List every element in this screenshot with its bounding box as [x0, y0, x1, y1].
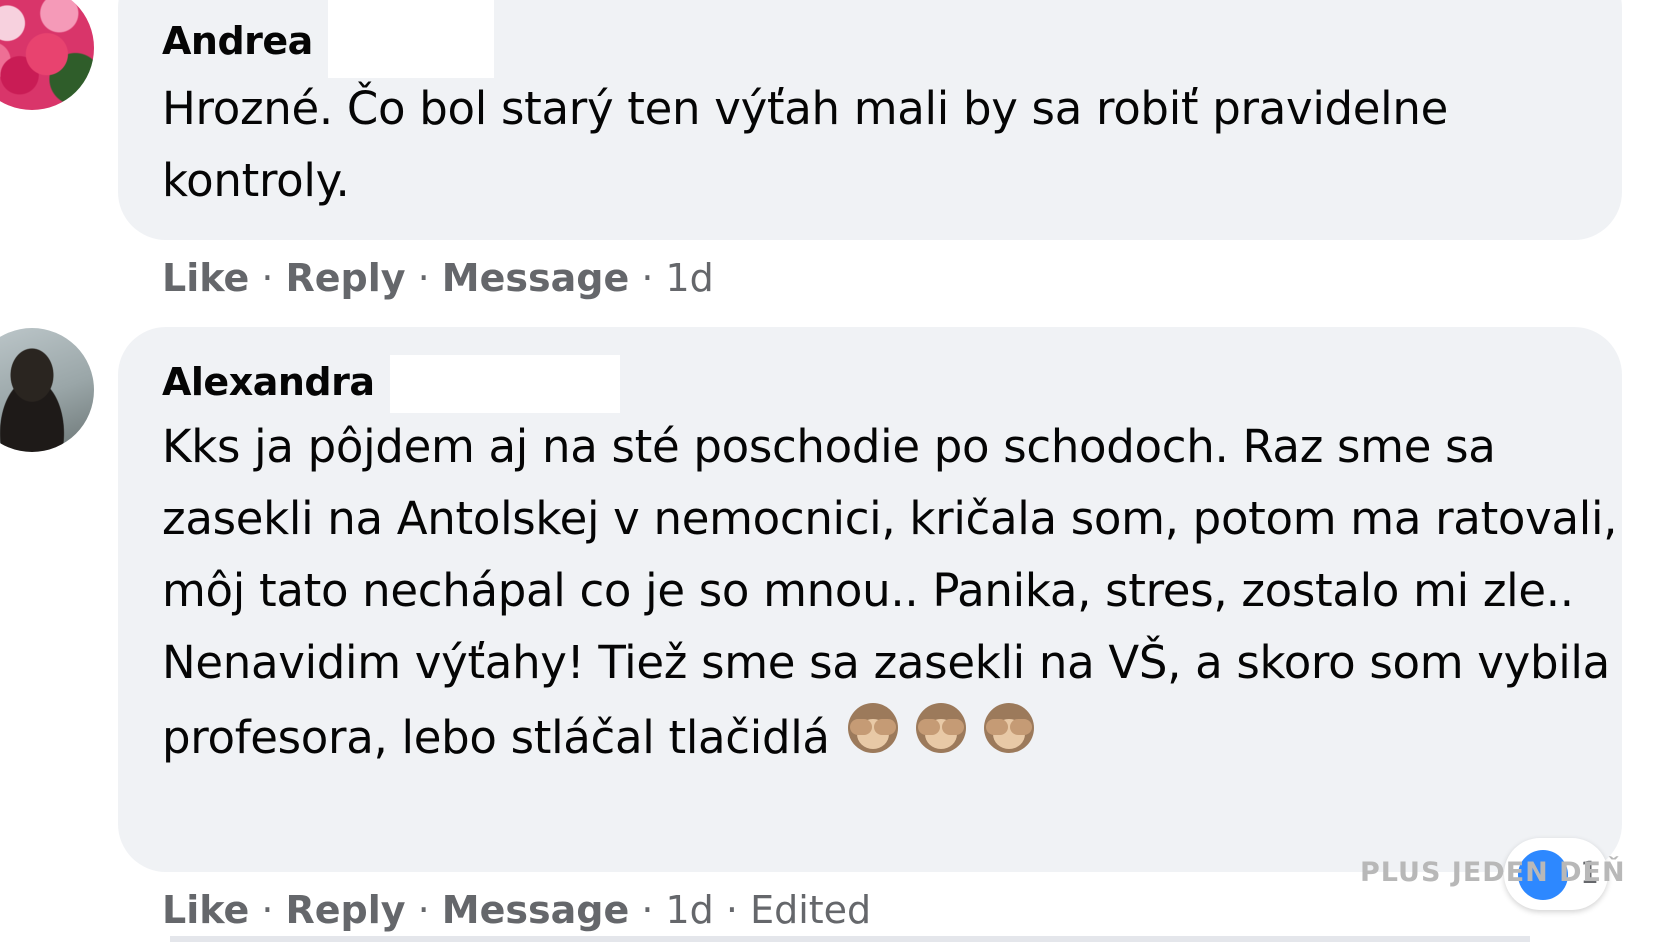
- timestamp[interactable]: 1d: [666, 888, 714, 932]
- emoji-group: [844, 699, 1048, 780]
- timestamp[interactable]: 1d: [666, 256, 714, 300]
- comment-thread: Andrea Hrozné. Čo bol starý ten výťah ma…: [0, 0, 1680, 945]
- separator: ·: [249, 256, 286, 300]
- avatar[interactable]: [0, 328, 94, 452]
- see-no-evil-monkey-icon: [980, 699, 1038, 759]
- reply-button[interactable]: Reply: [286, 888, 406, 932]
- divider: [170, 936, 1530, 942]
- watermark: PLUS JEDEN DEŇ: [1360, 857, 1626, 888]
- reply-button[interactable]: Reply: [286, 256, 406, 300]
- comment-actions: Like · Reply · Message · 1d: [162, 256, 714, 300]
- separator: ·: [629, 256, 666, 300]
- comment-author[interactable]: Andrea: [162, 19, 313, 63]
- separator: ·: [249, 888, 286, 932]
- separator: ·: [405, 888, 442, 932]
- comment-text: Hrozné. Čo bol starý ten výťah mali by s…: [162, 82, 1448, 207]
- comment-text-container: Kks ja pôjdem aj na sté poschodie po sch…: [162, 411, 1622, 780]
- message-button[interactable]: Message: [442, 256, 629, 300]
- see-no-evil-monkey-icon: [912, 699, 970, 759]
- like-button[interactable]: Like: [162, 256, 249, 300]
- comment-actions: Like · Reply · Message · 1d · Edited: [162, 888, 871, 932]
- separator: ·: [629, 888, 666, 932]
- separator: ·: [405, 256, 442, 300]
- message-button[interactable]: Message: [442, 888, 629, 932]
- redacted-surname: [328, 0, 494, 78]
- edited-label[interactable]: Edited: [750, 888, 871, 932]
- avatar[interactable]: [0, 0, 94, 110]
- like-button[interactable]: Like: [162, 888, 249, 932]
- see-no-evil-monkey-icon: [844, 699, 902, 759]
- redacted-surname: [390, 355, 620, 413]
- comment-author[interactable]: Alexandra: [162, 360, 375, 404]
- separator: ·: [713, 888, 751, 932]
